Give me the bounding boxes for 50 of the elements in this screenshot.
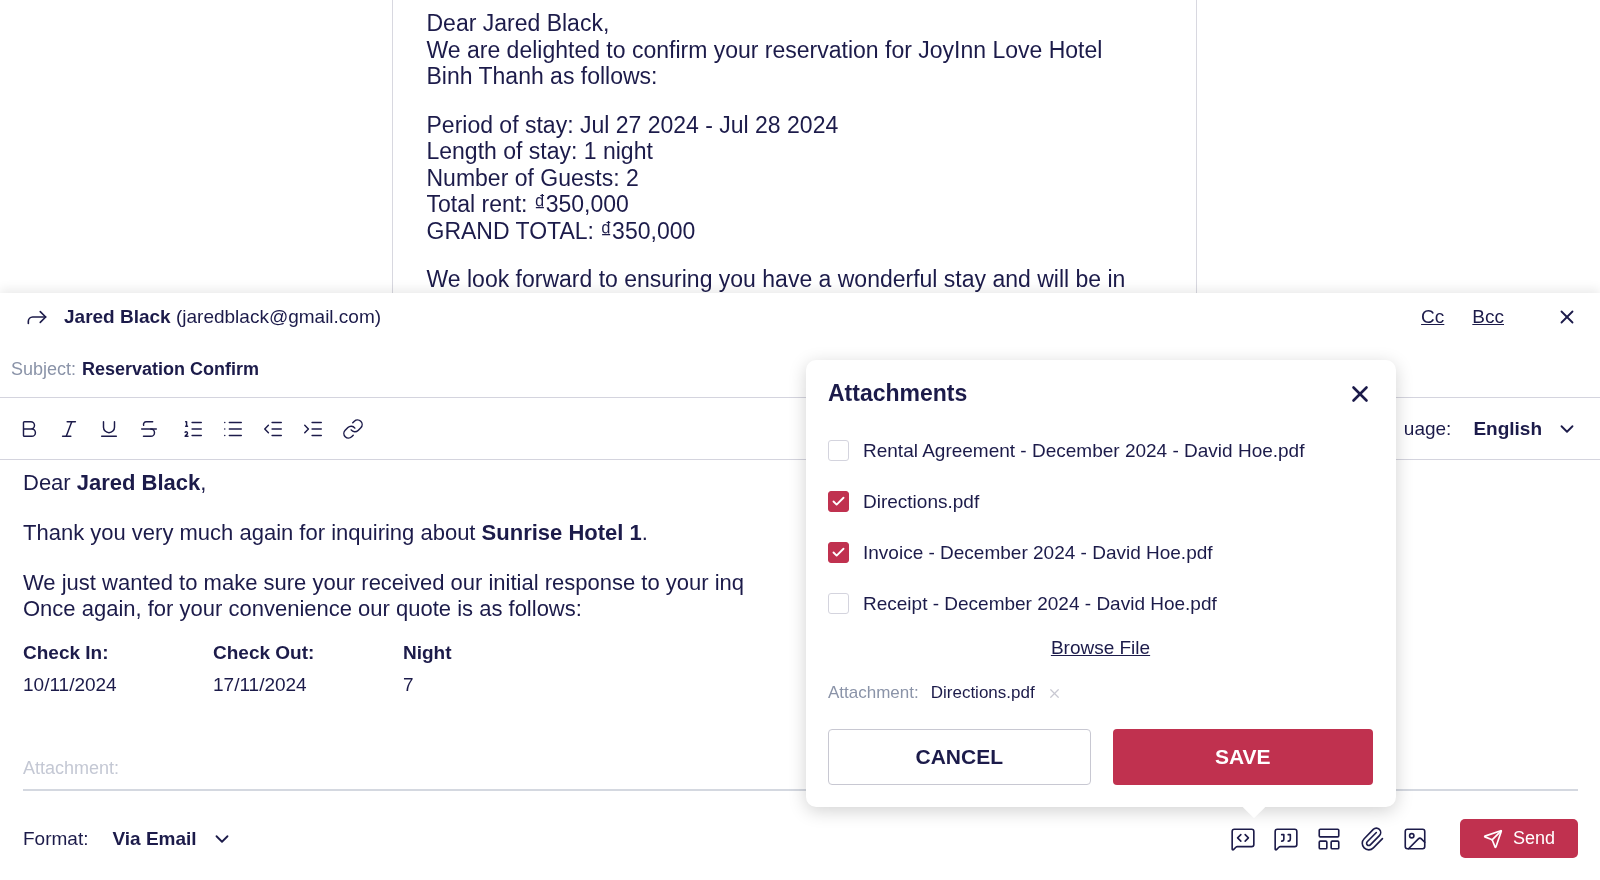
preview-text: We are delighted to confirm your reservation for JoyInn Love Hotel (426, 36, 1103, 63)
save-button[interactable]: SAVE (1112, 729, 1373, 785)
cancel-button[interactable]: CANCEL (828, 729, 1091, 785)
body-text: We just wanted to make sure your received our initial response to your inq (23, 570, 745, 596)
subject-text: Reservation Confirm (82, 358, 260, 380)
format-select[interactable]: Via Email (112, 827, 233, 850)
bcc-link[interactable]: Bcc (1472, 306, 1504, 328)
table-header: Night (403, 642, 453, 664)
preview-text: We look forward to ensuring you have a wonderful stay and will be in (426, 266, 1126, 293)
preview-text: Period of stay: Jul 27 2024 - Jul 28 2024 (426, 111, 839, 138)
table-header: Check In: (23, 642, 110, 664)
checkbox[interactable] (828, 491, 849, 512)
code-bubble-icon[interactable] (1230, 825, 1256, 852)
file-name: Invoice - December 2024 - David Hoe.pdf (863, 541, 1213, 564)
send-button[interactable]: Send (1460, 819, 1578, 858)
language-label: uage: (1403, 417, 1452, 440)
body-text: Dear Jared Black, (23, 470, 207, 496)
preview-text: Total rent: ₫350,000 (426, 191, 629, 218)
preview-text: Binh Thanh as follows: (426, 63, 658, 90)
preview-text: Dear Jared Black, (426, 10, 610, 37)
popup-title: Attachments (828, 380, 968, 407)
check-icon (831, 494, 846, 509)
body-text: Once again, for your convenience our quote is as follows: (23, 596, 582, 622)
browse-file-link[interactable]: Browse File (1050, 637, 1151, 659)
table-cell-text: 10/11/2024 (23, 674, 118, 696)
language-select[interactable]: English (1473, 417, 1578, 440)
table-cell-text: 7 (403, 674, 415, 696)
paperclip-icon[interactable] (1359, 825, 1385, 852)
preview-text: Number of Guests: 2 (426, 164, 639, 191)
table-header: Check Out: (213, 642, 316, 664)
recipient: Jared Black (jaredblack@gmail.com) (64, 306, 382, 328)
preview-text: Length of stay: 1 night (426, 138, 653, 165)
check-icon (831, 545, 846, 560)
checkbox[interactable] (828, 542, 849, 563)
link-icon[interactable] (342, 417, 364, 440)
quote-bubble-icon[interactable] (1273, 825, 1299, 852)
attachment-name: Directions.pdf (930, 683, 1035, 703)
file-name: Directions.pdf (863, 490, 980, 513)
attachment-label: Attachment: (828, 683, 919, 703)
body-text: Thank you very much again for inquiring about Sunrise Hotel 1. (23, 520, 648, 546)
file-name: Receipt - December 2024 - David Hoe.pdf (863, 592, 1217, 615)
table-cell-text: 17/11/2024 (213, 674, 308, 696)
image-icon[interactable] (1402, 825, 1428, 852)
preview-text: GRAND TOTAL: ₫350,000 (426, 217, 696, 244)
cc-link[interactable]: Cc (1421, 306, 1445, 328)
send-icon (1482, 828, 1503, 849)
file-name: Rental Agreement - December 2024 - David Hoe.pdf (863, 439, 1305, 462)
subject-label: Subject: (11, 358, 77, 380)
layout-icon[interactable] (1316, 825, 1342, 852)
format-label: Format: (23, 827, 89, 850)
